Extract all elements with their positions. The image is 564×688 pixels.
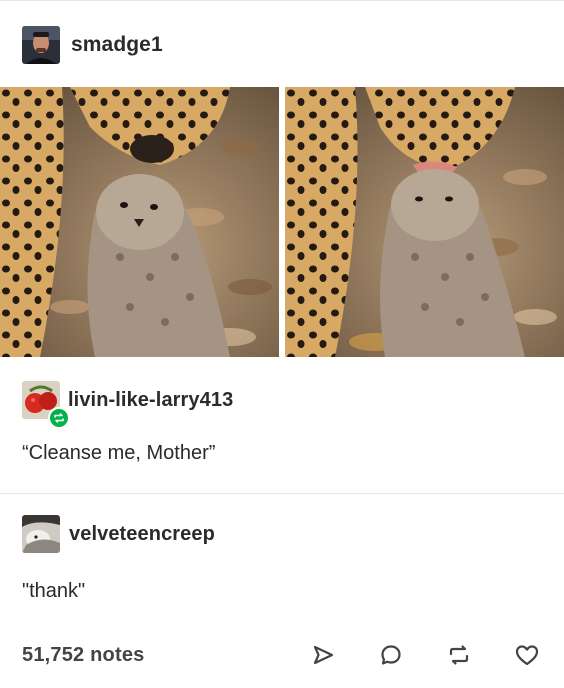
avatar-smadge1[interactable]	[22, 26, 60, 64]
reblog-header: livin-like-larry413	[22, 378, 233, 429]
photo-set	[0, 87, 564, 357]
photo-cheetah-sniff[interactable]	[0, 87, 279, 357]
post-actions	[308, 640, 542, 670]
share-icon[interactable]	[308, 640, 338, 670]
reply-author[interactable]: velveteencreep	[69, 523, 215, 546]
reblog-icon	[48, 407, 70, 429]
post-author[interactable]: smadge1	[71, 33, 163, 57]
post-header: smadge1	[22, 25, 163, 65]
post-footer: 51,752 notes	[22, 640, 542, 670]
reply-header: velveteencreep	[22, 514, 215, 554]
photo-cheetah-lick[interactable]	[285, 87, 564, 357]
top-divider	[0, 0, 564, 1]
notes-count[interactable]: 51,752 notes	[22, 644, 144, 667]
reblog-author[interactable]: livin-like-larry413	[68, 389, 233, 412]
reblog-icon[interactable]	[444, 640, 474, 670]
avatar-livin-like-larry413[interactable]	[22, 381, 70, 429]
avatar-velveteencreep[interactable]	[22, 515, 60, 553]
reply-icon[interactable]	[376, 640, 406, 670]
like-icon[interactable]	[512, 640, 542, 670]
reblog-text: “Cleanse me, Mother”	[22, 442, 216, 464]
reply-text: "thank"	[22, 580, 86, 602]
reply-divider	[0, 493, 564, 494]
